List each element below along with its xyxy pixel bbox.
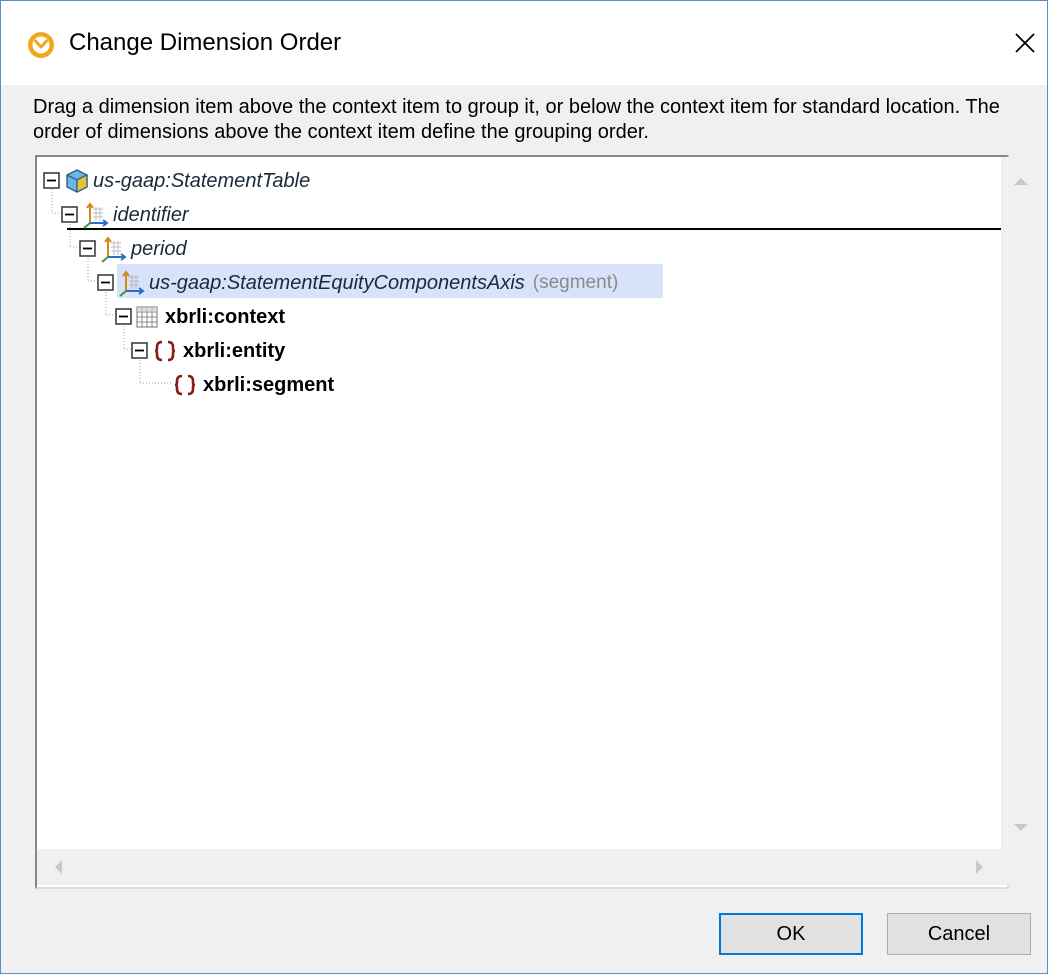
tree-item-context[interactable]: xbrli:context xyxy=(115,301,285,333)
tree-item-statement-table[interactable]: us-gaap:StatementTable xyxy=(43,165,310,197)
instructions-text: Drag a dimension item above the context … xyxy=(33,96,1000,143)
tree-item-label: us-gaap:StatementEquityComponentsAxis xyxy=(149,271,525,294)
scroll-up-icon[interactable] xyxy=(1001,161,1041,201)
scroll-left-icon[interactable] xyxy=(41,849,77,885)
element-braces-icon xyxy=(154,340,176,362)
tree-item-label: period xyxy=(131,237,187,260)
dimension-icon xyxy=(83,202,109,229)
tree-item-label: xbrli:segment xyxy=(203,373,335,396)
cancel-button[interactable]: Cancel xyxy=(887,913,1031,955)
tree-item-identifier[interactable]: identifier xyxy=(61,199,189,231)
title-bar: Change Dimension Order xyxy=(1,1,1047,85)
collapse-icon[interactable] xyxy=(97,274,115,292)
dimension-icon xyxy=(101,236,127,263)
ok-button[interactable]: OK xyxy=(719,913,863,955)
element-braces-icon xyxy=(174,374,196,396)
app-logo-icon xyxy=(28,32,54,58)
dimension-icon xyxy=(119,270,145,297)
vertical-scrollbar[interactable] xyxy=(1001,157,1041,849)
tree-item-label: identifier xyxy=(113,203,189,226)
table-grid-icon xyxy=(136,306,158,328)
dimension-tree[interactable]: us-gaap:StatementTable identifier period… xyxy=(35,155,1041,889)
hypercube-icon xyxy=(66,169,88,193)
tree-item-suffix: (segment) xyxy=(532,272,619,293)
tree-item-equity-components-axis[interactable]: us-gaap:StatementEquityComponentsAxis (s… xyxy=(97,267,618,299)
collapse-icon[interactable] xyxy=(79,240,97,258)
dialog-title: Change Dimension Order xyxy=(69,29,342,56)
tree-item-label: xbrli:context xyxy=(165,305,286,328)
collapse-icon[interactable] xyxy=(43,172,61,190)
scroll-down-icon[interactable] xyxy=(1001,807,1041,847)
tree-item-entity[interactable]: xbrli:entity xyxy=(131,335,285,367)
close-button[interactable] xyxy=(1005,23,1045,63)
close-icon xyxy=(1015,33,1035,53)
tree-item-label: us-gaap:StatementTable xyxy=(93,169,311,192)
scroll-corner xyxy=(1001,849,1041,885)
horizontal-scrollbar[interactable] xyxy=(37,849,1001,885)
tree-item-period[interactable]: period xyxy=(79,233,187,265)
collapse-icon[interactable] xyxy=(115,308,133,326)
tree-item-segment[interactable]: xbrli:segment xyxy=(173,369,334,401)
scroll-right-icon[interactable] xyxy=(961,849,997,885)
collapse-icon[interactable] xyxy=(131,342,149,360)
tree-item-label: xbrli:entity xyxy=(183,339,286,362)
change-dimension-order-dialog: Change Dimension Order Drag a dimension … xyxy=(0,0,1048,974)
collapse-icon[interactable] xyxy=(61,206,79,224)
